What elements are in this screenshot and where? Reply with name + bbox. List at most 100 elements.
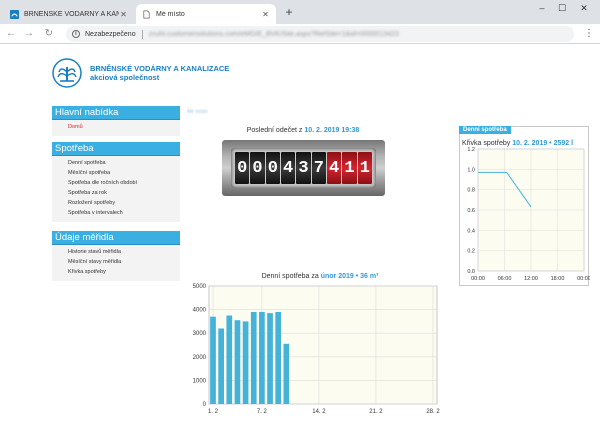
sidebar-item[interactable]: Měsíční spotřeba xyxy=(68,168,180,178)
sidebar-item[interactable]: Spotřeba za rok xyxy=(68,188,180,198)
browser-tabbar: BRNĚNSKÉ VODÁRNY A KANALIZACE ✕ Mé místo… xyxy=(0,0,600,24)
consumption-menu-box: Spotřeba Denní spotřeba Měsíční spotřeba S… xyxy=(52,142,180,222)
url-text: zcuhl.customersolutions.com/eMO/E_BVK/Si… xyxy=(148,30,399,38)
bar xyxy=(267,313,273,404)
consumption-curve-panel: 0.0 0.2 0.4 0.6 0.8 1.0 1.2 00:00 06:00 12:00 18:0… xyxy=(459,126,590,286)
last-reading-date: 10. 2. 2019 19:38 xyxy=(304,127,360,134)
sidebar-item[interactable]: Spotřeba v intervalech xyxy=(68,208,180,218)
main-menu-box: Hlavní nabídka Domů xyxy=(52,106,180,136)
meter-digit: 0 xyxy=(265,152,280,184)
sidebar-item[interactable]: Spotřeba dle ročních období xyxy=(68,178,180,188)
curve-caption-date: 10. 2. 2019 xyxy=(512,140,548,147)
new-tab-button[interactable]: + xyxy=(282,5,296,19)
last-reading-caption: Poslední odečet z 10. 2. 2019 19:38 xyxy=(222,127,384,134)
y-tick-label: 1.2 xyxy=(467,147,475,153)
bar xyxy=(275,311,282,404)
bar xyxy=(259,311,265,404)
divider xyxy=(141,29,143,39)
security-label: Nezabezpečeno xyxy=(85,30,136,38)
meter-menu-box: Údaje měřidla Historie stavů měřidla Měsí… xyxy=(52,231,180,281)
x-tick-label: 14. 2 xyxy=(312,409,326,415)
x-tick-label: 1. 2 xyxy=(208,409,219,415)
y-tick-label: 0.6 xyxy=(467,208,475,214)
address-bar: ← → ↻ i Nezabezpečeno zcuhl.customersolu… xyxy=(0,24,600,44)
forward-arrow-icon[interactable]: → xyxy=(22,27,36,41)
consumption-menu-title: Spotřeba xyxy=(52,142,180,156)
close-tab-icon[interactable]: ✕ xyxy=(119,10,128,19)
sidebar-item[interactable]: Křivka spotřeby xyxy=(68,267,180,277)
site-favicon-icon xyxy=(10,9,19,19)
y-tick-label: 0.8 xyxy=(467,188,475,194)
main-menu-title: Hlavní nabídka xyxy=(52,106,180,120)
maximize-button[interactable]: ☐ xyxy=(552,3,572,14)
y-tick-label: 0.2 xyxy=(467,249,475,255)
url-field[interactable]: i Nezabezpečeno zcuhl.customersolutions.… xyxy=(66,26,574,42)
curve-caption-value: 2592 l xyxy=(553,140,574,147)
reload-icon[interactable]: ↻ xyxy=(42,27,56,41)
browser-tab-2[interactable]: Mé místo ✕ xyxy=(136,4,276,24)
x-tick-label: 28. 2 xyxy=(426,409,440,415)
sidebar-item[interactable]: Denní spotřeba xyxy=(68,158,180,168)
breadcrumb[interactable]: Mé místo xyxy=(187,109,208,115)
x-tick-label: 00:00 xyxy=(577,276,590,282)
y-tick-label: 0.4 xyxy=(467,228,475,234)
y-tick-label: 0.0 xyxy=(467,269,475,275)
meter-digit-red: 1 xyxy=(342,152,357,184)
daily-consumption-chart: 0 1000 2000 3000 4000 5000 1. 2 7. 2 14. 2 21. 2 2… xyxy=(193,284,441,415)
daily-consumption-caption: Denní spotřeba za únor 2019 • 36 m³ xyxy=(200,273,440,280)
sidebar-item[interactable]: Domů xyxy=(68,122,180,132)
meter-digit: 0 xyxy=(235,152,250,184)
y-tick-label: 0 xyxy=(203,402,207,408)
browser-menu-icon[interactable]: ⋮ xyxy=(584,28,594,39)
x-tick-label: 7. 2 xyxy=(257,409,268,415)
bar xyxy=(250,311,257,404)
tab-title: BRNĚNSKÉ VODÁRNY A KANALIZACE xyxy=(24,10,119,18)
company-name: BRNĚNSKÉ VODÁRNY A KANALIZACE xyxy=(90,64,230,73)
x-tick-label: 06:00 xyxy=(498,276,512,282)
meter-digit-red: 1 xyxy=(357,152,372,184)
bar xyxy=(234,320,241,404)
sidebar-item[interactable]: Měsíční stavy měřidla xyxy=(68,257,180,267)
x-tick-label: 12:00 xyxy=(524,276,538,282)
meter-digit: 0 xyxy=(250,152,265,184)
daily-caption-label: Denní spotřeba za xyxy=(261,273,319,280)
meter-digit-red: 4 xyxy=(326,152,342,184)
back-arrow-icon[interactable]: ← xyxy=(4,27,18,41)
info-icon[interactable]: i xyxy=(72,30,80,38)
x-tick-label: 00:00 xyxy=(471,276,485,282)
fountain-logo-icon xyxy=(52,58,82,88)
meter-digit: 7 xyxy=(311,152,326,184)
company-logo[interactable]: BRNĚNSKÉ VODÁRNY A KANALIZACE akciová sp… xyxy=(52,58,229,88)
page-icon xyxy=(143,10,150,18)
daily-caption-month[interactable]: únor 2019 xyxy=(321,273,354,280)
curve-caption: Křivka spotřeby 10. 2. 2019 • 2592 l xyxy=(462,140,573,147)
last-reading-label: Poslední odečet z xyxy=(246,127,303,134)
daily-caption-value: 36 m³ xyxy=(360,273,379,280)
x-tick-label: 21. 2 xyxy=(369,409,383,415)
curve-caption-label: Křivka spotřeby xyxy=(462,140,511,147)
x-tick-label: 18:00 xyxy=(551,276,565,282)
panel-tag: Denní spotřeba xyxy=(459,126,511,134)
tab-title: Mé místo xyxy=(156,10,185,18)
bar xyxy=(283,343,290,404)
y-tick-label: 3000 xyxy=(193,331,207,337)
close-window-button[interactable]: ✕ xyxy=(574,3,594,14)
bar xyxy=(226,315,233,404)
consumption-curve-chart: 0.0 0.2 0.4 0.6 0.8 1.0 1.2 00:00 06:00 12:00 18:0… xyxy=(467,147,590,282)
bar xyxy=(242,321,249,404)
bar xyxy=(210,316,216,404)
close-tab-icon[interactable]: ✕ xyxy=(261,10,270,19)
meter-digit: 4 xyxy=(280,152,296,184)
browser-tab-1[interactable]: BRNĚNSKÉ VODÁRNY A KANALIZACE ✕ xyxy=(4,4,134,24)
y-tick-label: 2000 xyxy=(193,355,207,361)
y-tick-label: 1.0 xyxy=(467,167,475,173)
y-tick-label: 4000 xyxy=(193,308,207,314)
y-tick-label: 1000 xyxy=(193,378,207,384)
y-tick-label: 5000 xyxy=(193,284,207,290)
sidebar-item[interactable]: Rozložení spotřeby xyxy=(68,198,180,208)
company-subtitle: akciová společnost xyxy=(90,73,160,82)
minimize-button[interactable]: – xyxy=(532,3,552,13)
bar xyxy=(218,328,224,404)
logo-text: BRNĚNSKÉ VODÁRNY A KANALIZACE akciová sp… xyxy=(90,64,229,82)
sidebar-item[interactable]: Historie stavů měřidla xyxy=(68,247,180,257)
